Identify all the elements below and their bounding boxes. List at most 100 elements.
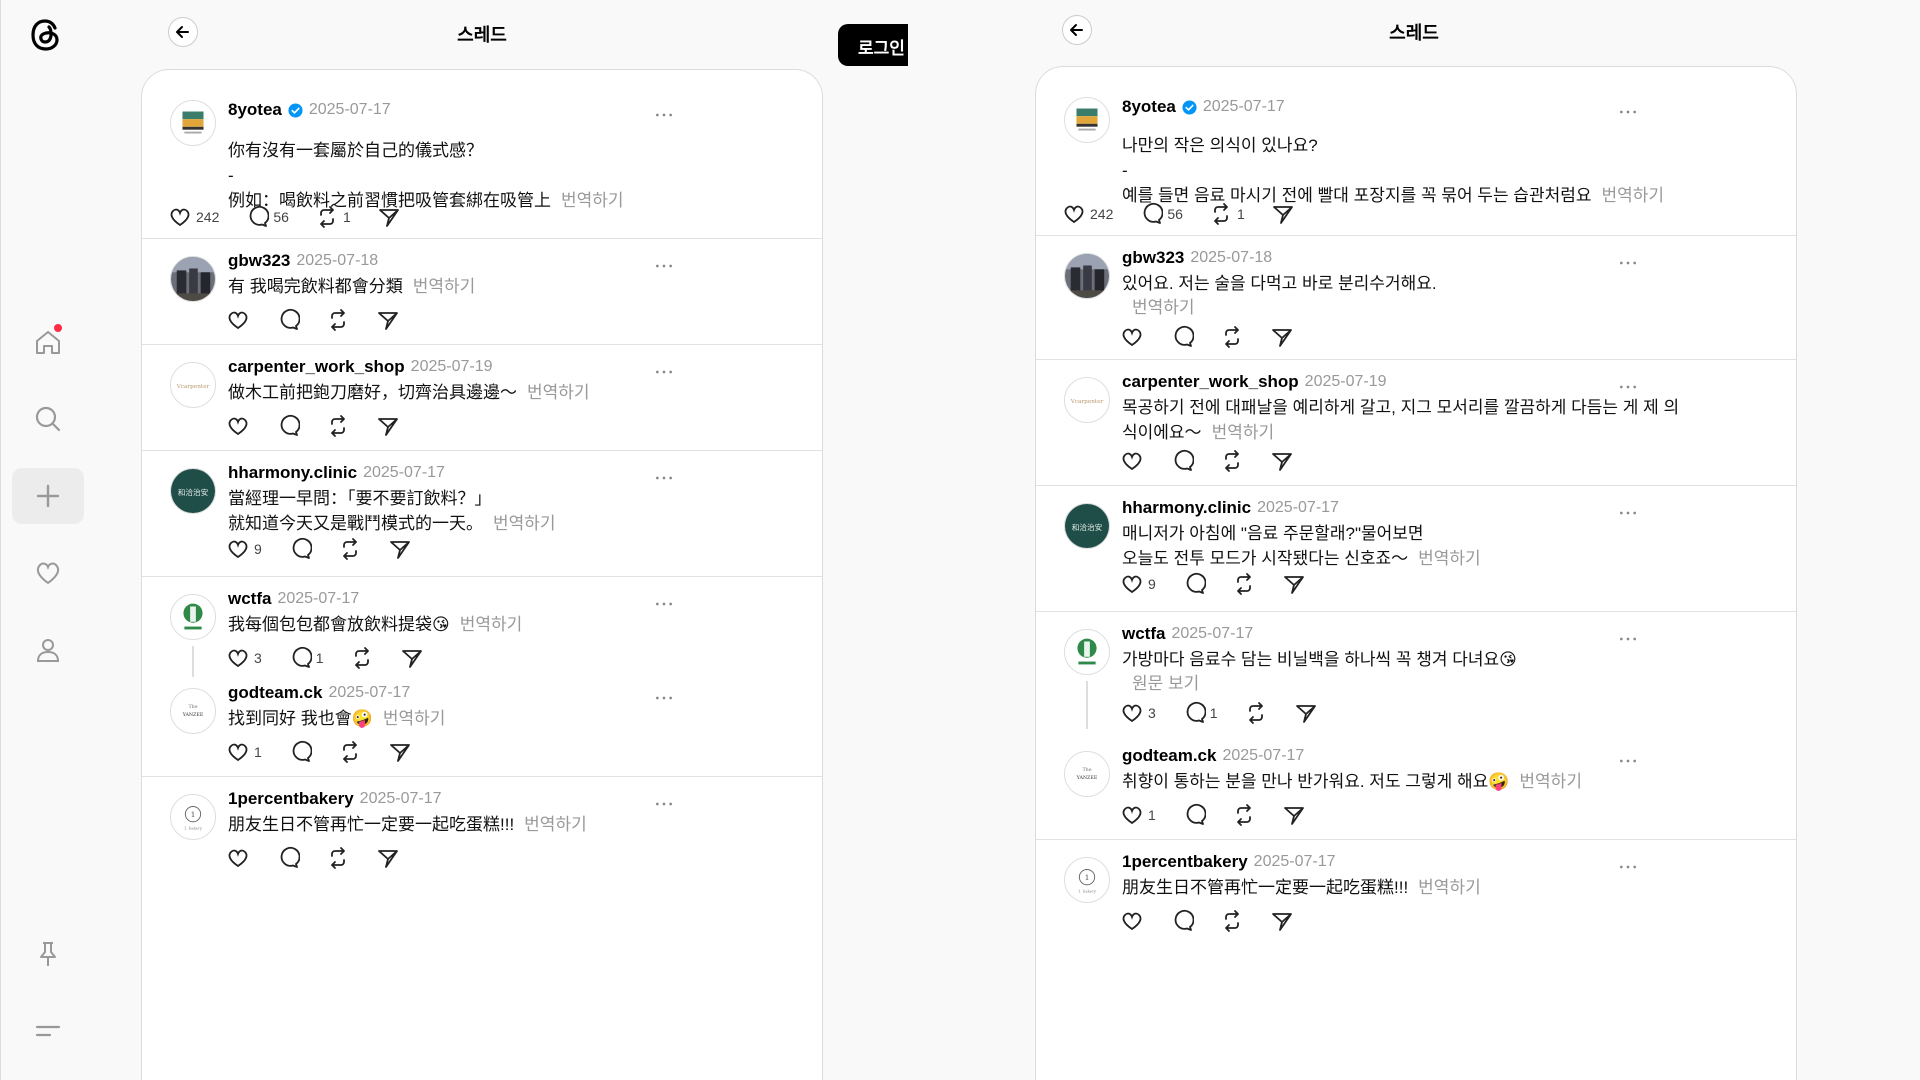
like-button[interactable]: 3 [1120,701,1156,725]
like-button[interactable]: 1 [1120,803,1156,827]
repost-button[interactable] [1244,701,1268,725]
reply-button[interactable] [1170,325,1194,349]
like-button[interactable] [226,846,250,870]
reply-button[interactable] [276,414,300,438]
reply-button[interactable]: 56 [245,205,289,229]
translate-link[interactable]: 번역하기 [413,277,476,296]
repost-button[interactable]: 1 [315,205,351,229]
share-button[interactable] [1282,803,1306,827]
more-options-icon[interactable] [654,690,678,710]
repost-button[interactable] [338,740,362,764]
repost-button[interactable]: 1 [1209,202,1245,226]
share-button[interactable] [1282,572,1306,596]
share-button[interactable] [388,740,412,764]
username[interactable]: godteam.ck [228,683,322,703]
username[interactable]: gbw323 [228,251,290,271]
username[interactable]: carpenter_work_shop [1122,372,1299,392]
username[interactable]: gbw323 [1122,248,1184,268]
like-button[interactable]: 3 [226,646,262,670]
more-options-icon[interactable] [654,796,678,816]
like-button[interactable]: 242 [168,205,219,229]
translate-link[interactable]: 번역하기 [524,815,587,834]
repost-button[interactable] [338,537,362,561]
share-button[interactable] [377,205,401,229]
translate-link[interactable]: 번역하기 [1519,772,1582,791]
username[interactable]: 1percentbakery [1122,852,1248,872]
like-button[interactable] [226,308,250,332]
like-button[interactable]: 1 [226,740,262,764]
view-original-link[interactable]: 원문 보기 [1132,669,1199,694]
repost-button[interactable] [326,414,350,438]
more-options-icon[interactable] [1618,255,1642,275]
like-button[interactable] [1120,909,1144,933]
more-options-icon[interactable] [654,596,678,616]
username[interactable]: hharmony.clinic [1122,498,1251,518]
translate-link[interactable]: 번역하기 [561,191,624,210]
reply-button[interactable]: 56 [1139,202,1183,226]
more-options-icon[interactable] [1618,505,1642,525]
avatar[interactable]: 和洽治安 [170,468,216,514]
share-button[interactable] [376,308,400,332]
more-options-icon[interactable] [1618,753,1642,773]
reply-button[interactable] [1182,572,1206,596]
avatar[interactable]: The YANZEE [1064,751,1110,797]
repost-button[interactable] [1220,449,1244,473]
share-button[interactable] [1294,701,1318,725]
username[interactable]: hharmony.clinic [228,463,357,483]
username[interactable]: wctfa [1122,624,1165,644]
repost-button[interactable] [350,646,374,670]
reply-button[interactable] [1170,449,1194,473]
reply-button[interactable] [288,740,312,764]
avatar[interactable]: 1 1. bakery [170,794,216,840]
translate-link[interactable]: 번역하기 [460,615,523,634]
username[interactable]: godteam.ck [1122,746,1216,766]
avatar[interactable]: Vcarpenter [170,362,216,408]
reply-button[interactable] [1182,803,1206,827]
repost-button[interactable] [326,846,350,870]
repost-button[interactable] [1232,803,1256,827]
avatar[interactable]: The YANZEE [170,688,216,734]
repost-button[interactable] [326,308,350,332]
translate-link[interactable]: 번역하기 [383,709,446,728]
nav-menu[interactable] [12,1002,84,1058]
more-options-icon[interactable] [654,107,678,127]
nav-pin[interactable] [12,926,84,982]
translate-link[interactable]: 번역하기 [527,383,590,402]
reply-button[interactable] [288,537,312,561]
translate-link[interactable]: 번역하기 [1212,423,1275,442]
like-button[interactable] [1120,325,1144,349]
nav-profile[interactable] [12,622,84,678]
share-button[interactable] [376,414,400,438]
translate-link[interactable]: 번역하기 [1418,878,1481,897]
username[interactable]: 8yotea [1122,97,1176,117]
avatar[interactable]: 1 1. bakery [1064,857,1110,903]
more-options-icon[interactable] [654,364,678,384]
username[interactable]: 1percentbakery [228,789,354,809]
reply-button[interactable]: 1 [1182,701,1218,725]
share-button[interactable] [1271,202,1295,226]
threads-logo-icon[interactable] [27,14,67,56]
reply-button[interactable] [1170,909,1194,933]
share-button[interactable] [388,537,412,561]
avatar[interactable] [1064,253,1110,299]
share-button[interactable] [1270,909,1294,933]
share-button[interactable] [1270,325,1294,349]
share-button[interactable] [1270,449,1294,473]
avatar[interactable]: Vcarpenter [1064,377,1110,423]
avatar[interactable] [170,100,216,146]
translate-link[interactable]: 번역하기 [1602,186,1665,205]
avatar[interactable]: 和洽治安 [1064,503,1110,549]
more-options-icon[interactable] [654,258,678,278]
avatar[interactable] [170,594,216,640]
repost-button[interactable] [1232,572,1256,596]
more-options-icon[interactable] [1618,631,1642,651]
repost-button[interactable] [1220,325,1244,349]
reply-button[interactable]: 1 [288,646,324,670]
like-button[interactable]: 9 [226,537,262,561]
back-button-left[interactable] [168,17,198,47]
avatar[interactable] [170,256,216,302]
reply-button[interactable] [276,846,300,870]
nav-search[interactable] [12,391,84,447]
avatar[interactable] [1064,629,1110,675]
nav-activity[interactable] [12,545,84,601]
